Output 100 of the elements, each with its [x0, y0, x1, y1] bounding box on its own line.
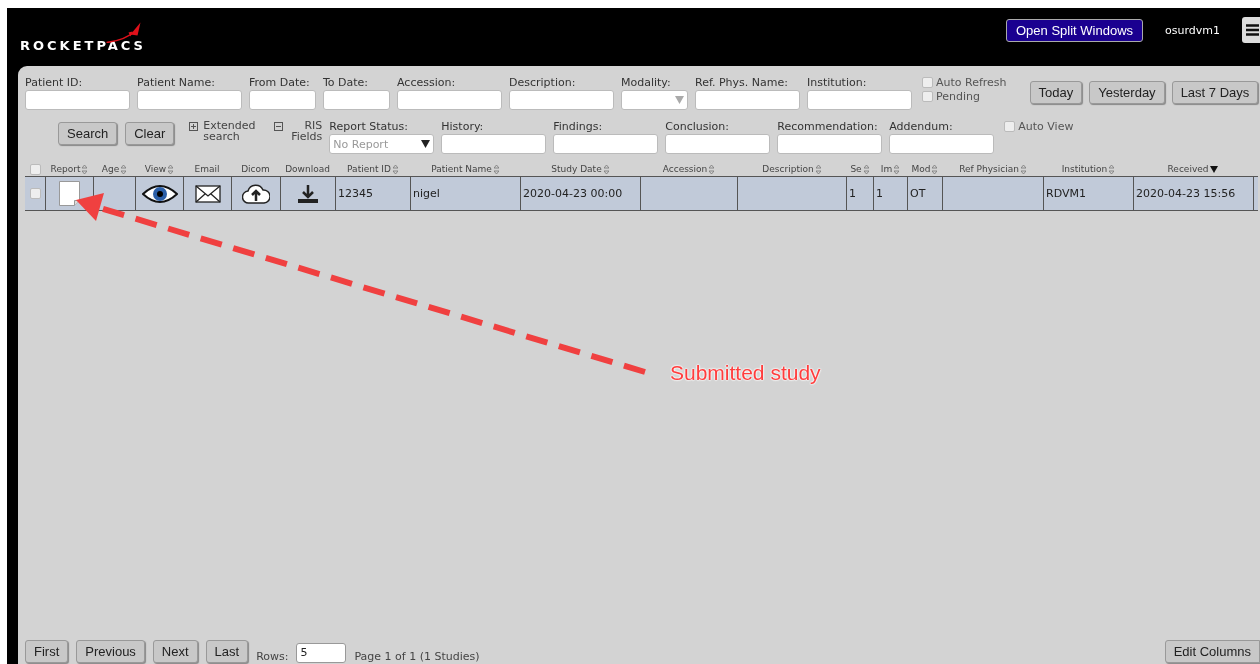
image-count-cell: 1	[873, 177, 907, 210]
column-header[interactable]: Ref Physician	[959, 164, 1019, 174]
menu-button[interactable]	[1242, 17, 1260, 43]
toggle-link[interactable]: Extended search	[203, 120, 260, 142]
input-field[interactable]	[665, 134, 771, 154]
sort-icon[interactable]	[1020, 164, 1026, 174]
field-label: Findings:	[553, 120, 604, 133]
eye-icon[interactable]	[141, 183, 178, 204]
sort-icon[interactable]	[863, 164, 869, 174]
column-header[interactable]: Patient ID	[347, 164, 391, 174]
logo: ROCKETPACS	[20, 38, 146, 53]
field-label: From Date:	[249, 76, 311, 89]
field-label: Addendum:	[889, 120, 954, 133]
input-field[interactable]	[397, 90, 502, 110]
sort-icon[interactable]	[493, 164, 499, 174]
input-field[interactable]	[137, 90, 242, 110]
study-date-cell: 2020-04-23 00:00	[520, 177, 640, 210]
cloud-upload-icon[interactable]	[242, 182, 270, 205]
action-button[interactable]: Search	[58, 122, 118, 145]
caret-icon[interactable]	[421, 140, 431, 148]
username: osurdvm1	[1165, 23, 1220, 37]
modality-dropdown[interactable]	[621, 90, 688, 110]
envelope-icon[interactable]	[194, 184, 221, 203]
action-button[interactable]: Clear	[125, 122, 175, 145]
date-field[interactable]	[249, 90, 316, 110]
column-header[interactable]: Se	[850, 164, 862, 174]
checkbox-label: Pending	[936, 90, 980, 103]
date-range-button[interactable]: Today	[1029, 81, 1083, 104]
open-split-windows-button[interactable]: Open Split Windows	[1005, 18, 1144, 42]
field-label: Institution:	[807, 76, 868, 89]
date-range-button[interactable]: Last 7 Days	[1171, 81, 1259, 104]
column-header[interactable]: Im	[880, 164, 893, 174]
column-header[interactable]: Age	[101, 164, 120, 174]
download-icon[interactable]	[297, 183, 319, 204]
menu-icon[interactable]	[1246, 24, 1259, 36]
field-label: Conclusion:	[665, 120, 730, 133]
rocket-icon	[106, 22, 141, 43]
column-header[interactable]: Patient Name	[431, 164, 492, 174]
patient-name-cell: nigel	[410, 177, 520, 210]
sort-icon[interactable]	[82, 164, 88, 174]
patient-id-cell: 12345	[335, 177, 410, 210]
modality-cell: OT	[907, 177, 942, 210]
sort-icon[interactable]	[894, 164, 900, 174]
field-label: To Date:	[323, 76, 370, 89]
sort-descending-icon[interactable]	[1210, 165, 1219, 173]
study-row[interactable]: 12345 nigel 2020-04-23 00:00 1 1 OT RDVM1 2020-04-23 15:56	[25, 176, 1258, 211]
column-header: Dicom	[241, 164, 270, 174]
received-cell: 2020-04-23 15:56	[1133, 177, 1253, 210]
sort-icon[interactable]	[121, 164, 127, 174]
sort-icon[interactable]	[392, 164, 398, 174]
input-field[interactable]	[441, 134, 547, 154]
checkbox-label: Auto View	[1018, 120, 1074, 133]
pagination-button[interactable]: Last	[205, 640, 249, 663]
column-header[interactable]: Description	[762, 164, 814, 174]
column-header[interactable]: Accession	[662, 164, 708, 174]
input-field[interactable]	[807, 90, 912, 110]
checkbox[interactable]	[922, 77, 933, 88]
column-header[interactable]: Report	[50, 164, 81, 174]
sort-icon[interactable]	[168, 164, 174, 174]
checkbox[interactable]	[1004, 121, 1016, 132]
sort-icon[interactable]	[709, 164, 715, 174]
column-header[interactable]: View	[144, 164, 167, 174]
date-range-button[interactable]: Yesterday	[1089, 81, 1165, 104]
edit-columns-button[interactable]: Edit Columns	[1164, 640, 1260, 663]
sort-icon[interactable]	[932, 164, 938, 174]
input-field[interactable]	[509, 90, 614, 110]
sort-icon[interactable]	[1109, 164, 1115, 174]
rows-per-page-field[interactable]: 5	[296, 643, 347, 663]
column-header: Email	[194, 164, 220, 174]
field-label: Recommendation:	[777, 120, 879, 133]
field-label: Modality:	[621, 76, 672, 89]
pagination-button[interactable]: First	[25, 640, 69, 663]
rows-label: Rows:	[256, 650, 289, 663]
institution-cell: RDVM1	[1043, 177, 1133, 210]
collapse-icon[interactable]	[274, 122, 284, 131]
input-field[interactable]	[889, 134, 995, 154]
column-header[interactable]: Received	[1167, 164, 1209, 174]
input-field[interactable]	[25, 90, 130, 110]
select-all-checkbox[interactable]	[29, 163, 41, 175]
input-field[interactable]	[695, 90, 800, 110]
input-field[interactable]	[553, 134, 659, 154]
pagination-button[interactable]: Next	[152, 640, 198, 663]
expand-icon[interactable]	[189, 122, 199, 131]
report-document-icon[interactable]	[59, 181, 80, 206]
sort-icon[interactable]	[603, 164, 609, 174]
date-field[interactable]	[323, 90, 390, 110]
column-header[interactable]: Institution	[1061, 164, 1108, 174]
column-header: Download	[285, 164, 330, 174]
toggle-link[interactable]: RIS Fields	[288, 120, 323, 142]
pagination-button[interactable]: Previous	[76, 640, 145, 663]
page-info: Page 1 of 1 (1 Studies)	[354, 650, 480, 663]
row-checkbox[interactable]	[29, 188, 41, 199]
field-label: History:	[441, 120, 485, 133]
checkbox-label: Auto Refresh	[936, 76, 1007, 89]
field-label: Report Status:	[329, 120, 409, 133]
input-field[interactable]	[777, 134, 883, 154]
column-header[interactable]: Study Date	[551, 164, 602, 174]
sort-icon[interactable]	[815, 164, 821, 174]
checkbox[interactable]	[922, 91, 933, 102]
column-header[interactable]: Mod	[911, 164, 931, 174]
